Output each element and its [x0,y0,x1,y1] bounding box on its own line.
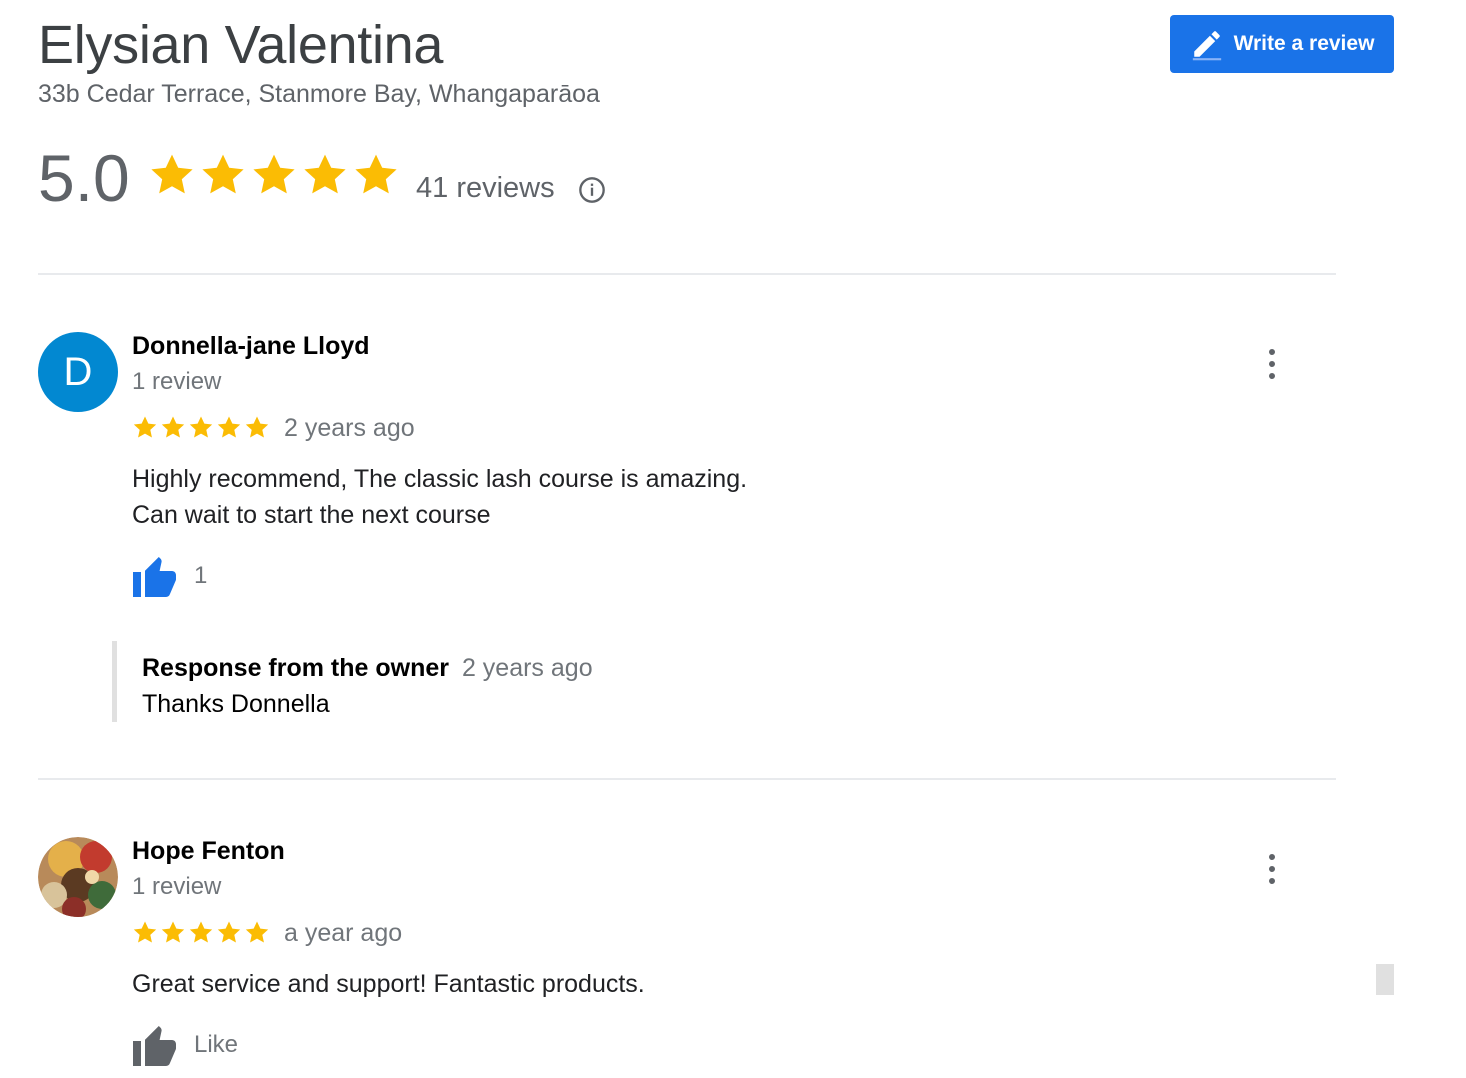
review-date: a year ago [284,919,403,947]
review-text-line-2: Can wait to start the next course [132,501,491,529]
business-address: 33b Cedar Terrace, Stanmore Bay, Whangap… [38,80,600,108]
review-date: 2 years ago [284,414,415,442]
rating-score: 5.0 [38,141,130,215]
review-text: Great service and support! Fantastic pro… [132,970,645,998]
owner-response-text: Thanks Donnella [142,690,330,718]
star-icon [202,154,244,194]
divider [38,273,1336,275]
owner-response-title: Response from the owner [142,654,449,682]
like-count: 1 [194,562,208,589]
reviewer-name[interactable]: Hope Fenton [132,837,285,866]
star-icon [217,416,241,438]
review-stars [132,919,270,945]
owner-response-date: 2 years ago [461,654,593,682]
star-icon [189,416,213,438]
write-review-button[interactable]: Write a review [1170,15,1394,73]
star-icon [217,921,241,943]
star-icon [189,921,213,943]
avatar[interactable] [38,837,118,917]
divider [38,778,1336,780]
write-review-label: Write a review [1233,32,1375,55]
star-icon [304,154,346,194]
star-icon [133,921,157,943]
review-text-line-1: Highly recommend, The classic lash cours… [132,465,748,493]
star-icon [161,416,185,438]
star-icon [245,416,269,438]
star-icon [253,154,295,194]
thumbs-up-icon [133,557,176,597]
avatar[interactable]: D [38,332,118,412]
like-label: Like [194,1031,239,1058]
review-count[interactable]: 41 reviews [416,172,555,205]
reviewer-name[interactable]: Donnella-jane Lloyd [132,332,370,361]
owner-response-bar [112,641,117,722]
star-icon [151,154,193,194]
info-icon[interactable] [578,176,606,204]
star-icon [133,416,157,438]
thumbs-up-icon [133,1026,176,1066]
reviewer-review-count: 1 review [132,368,222,395]
rating-stars [148,150,400,198]
more-options-icon[interactable] [1262,348,1282,380]
scrollbar-thumb[interactable] [1376,964,1394,995]
owner-response-heading: Response from the owner 2 years ago [142,654,593,683]
star-icon [161,921,185,943]
like-button[interactable]: Like [132,1023,238,1067]
review-stars [132,414,270,440]
more-options-icon[interactable] [1262,853,1282,885]
star-icon [355,154,397,194]
reviewer-review-count: 1 review [132,873,222,900]
business-name: Elysian Valentina [38,15,444,75]
star-icon [245,921,269,943]
like-button[interactable]: 1 [132,554,207,598]
pencil-icon [1192,31,1221,61]
